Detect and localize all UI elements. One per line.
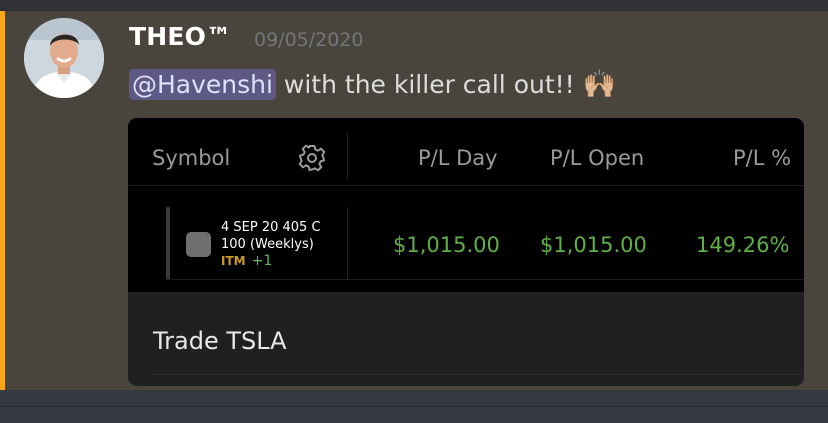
trade-divider bbox=[152, 374, 804, 375]
chat-message: THEO™ 09/05/2020 @Havenshi with the kill… bbox=[0, 11, 828, 390]
positions-table: Symbol P/L Day P/L Open P/L % 4 SEP 20 4… bbox=[128, 118, 804, 292]
header-pl-open: P/L Open bbox=[550, 146, 645, 170]
header-divider bbox=[128, 185, 804, 186]
pl-percent-value: 149.26% bbox=[696, 233, 790, 257]
row-indent-bar bbox=[166, 207, 170, 280]
message-text: with the killer call out!! bbox=[275, 70, 583, 99]
channel-top-strip bbox=[0, 0, 828, 11]
header-pl-day: P/L Day bbox=[418, 146, 498, 170]
quantity-label: +1 bbox=[251, 253, 273, 269]
row-column-divider bbox=[347, 207, 348, 280]
raised-hands-emoji-icon: 🙌🏼 bbox=[582, 69, 617, 100]
pl-open-value: $1,015.00 bbox=[540, 233, 647, 257]
contract-line-1: 4 SEP 20 405 C bbox=[221, 220, 321, 235]
user-avatar[interactable] bbox=[24, 18, 104, 98]
mention-highlight-bar bbox=[0, 11, 5, 390]
message-content: @Havenshi with the killer call out!! 🙌🏼 bbox=[129, 68, 616, 100]
header-symbol: Symbol bbox=[152, 146, 231, 170]
table-row: 4 SEP 20 405 C 100 (Weeklys) ITM +1 $1,01… bbox=[128, 207, 804, 280]
message-timestamp: 09/05/2020 bbox=[254, 29, 364, 51]
itm-badge: ITM bbox=[221, 254, 246, 268]
bottom-divider bbox=[0, 406, 828, 407]
pl-day-value: $1,015.00 bbox=[393, 233, 500, 257]
row-checkbox bbox=[186, 232, 211, 257]
contract-description: 4 SEP 20 405 C 100 (Weeklys) ITM +1 bbox=[221, 219, 321, 270]
column-divider bbox=[347, 132, 348, 180]
position-screenshot-card[interactable]: Symbol P/L Day P/L Open P/L % 4 SEP 20 4… bbox=[128, 118, 804, 386]
user-mention[interactable]: @Havenshi bbox=[129, 69, 276, 100]
header-pl-percent: P/L % bbox=[733, 146, 792, 170]
gear-icon bbox=[298, 144, 326, 172]
avatar-portrait-icon bbox=[24, 18, 104, 98]
row-divider bbox=[166, 279, 804, 280]
contract-line-2: 100 (Weeklys) bbox=[221, 237, 314, 252]
message-username[interactable]: THEO™ bbox=[129, 22, 231, 51]
trade-button-label: Trade TSLA bbox=[153, 327, 287, 355]
